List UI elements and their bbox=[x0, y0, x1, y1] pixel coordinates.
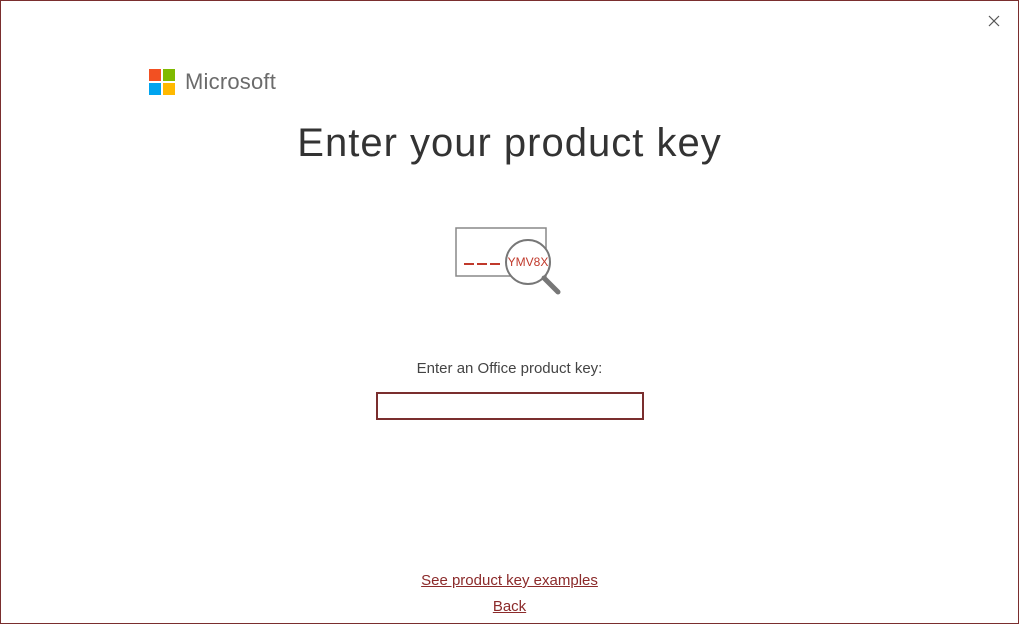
page-title: Enter your product key bbox=[1, 121, 1018, 166]
close-button[interactable] bbox=[984, 11, 1004, 31]
svg-text:YMV8X: YMV8X bbox=[507, 255, 548, 269]
key-card-icon: YMV8X bbox=[450, 222, 570, 302]
see-examples-link[interactable]: See product key examples bbox=[421, 568, 598, 594]
product-key-illustration: YMV8X bbox=[1, 222, 1018, 302]
close-icon bbox=[988, 15, 1000, 27]
microsoft-logo-icon bbox=[149, 69, 175, 95]
brand-label: Microsoft bbox=[185, 69, 276, 95]
product-key-input[interactable] bbox=[376, 392, 644, 420]
back-link[interactable]: Back bbox=[493, 594, 526, 620]
product-key-label: Enter an Office product key: bbox=[1, 360, 1018, 377]
header: Microsoft bbox=[1, 1, 1018, 95]
